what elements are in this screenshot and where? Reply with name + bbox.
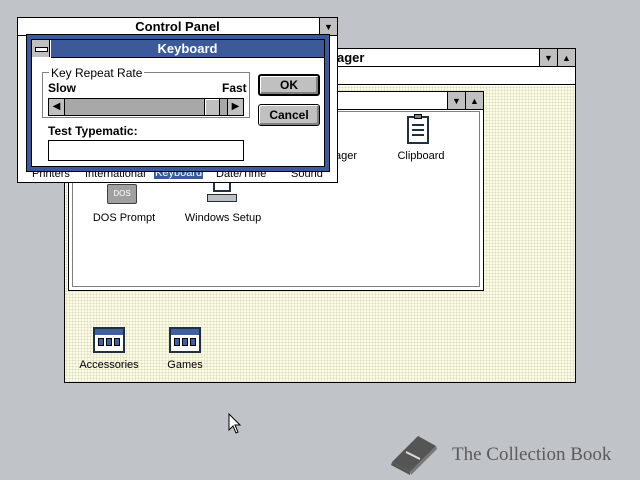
accessories-group-icon[interactable] xyxy=(93,327,125,353)
keyboard-dialog-title: Keyboard xyxy=(157,41,218,56)
minimize-button[interactable]: ▼ xyxy=(539,49,557,66)
windows-setup-label[interactable]: Windows Setup xyxy=(179,212,267,224)
fast-label: Fast xyxy=(222,81,247,95)
dos-prompt-label[interactable]: DOS Prompt xyxy=(89,212,159,224)
slider-thumb[interactable] xyxy=(204,99,221,115)
book-logo-icon xyxy=(391,436,437,475)
games-group-icon[interactable] xyxy=(169,327,201,353)
keyboard-dialog: Keyboard Key Repeat Rate Slow Fast ◀ ▶ T… xyxy=(26,34,330,172)
clipboard-icon[interactable] xyxy=(407,114,429,144)
games-group-label[interactable]: Games xyxy=(157,359,213,371)
repeat-rate-slider[interactable]: ◀ ▶ xyxy=(48,98,244,116)
slider-left-arrow[interactable]: ◀ xyxy=(49,99,65,115)
main-minimize-button[interactable]: ▼ xyxy=(447,92,465,109)
control-panel-title: Control Panel xyxy=(135,19,220,34)
cancel-button[interactable]: Cancel xyxy=(258,104,320,126)
main-maximize-button[interactable]: ▲ xyxy=(465,92,483,109)
dos-prompt-icon[interactable]: DOS xyxy=(107,184,137,204)
accessories-group-label[interactable]: Accessories xyxy=(77,359,141,371)
key-repeat-rate-label: Key Repeat Rate xyxy=(49,66,145,80)
test-typematic-label: Test Typematic: xyxy=(48,124,138,138)
dos-icon-text: DOS xyxy=(113,189,131,198)
test-typematic-input[interactable] xyxy=(48,140,244,161)
keyboard-dialog-titlebar[interactable]: Keyboard xyxy=(51,40,324,58)
maximize-button[interactable]: ▲ xyxy=(557,49,575,66)
ok-button[interactable]: OK xyxy=(258,74,320,96)
clipboard-label[interactable]: Clipboard xyxy=(391,150,451,162)
watermark-text: The Collection Book xyxy=(452,444,612,465)
slider-right-arrow[interactable]: ▶ xyxy=(227,99,243,115)
control-panel-minimize-button[interactable]: ▼ xyxy=(319,18,337,35)
file-manager-label[interactable]: ager xyxy=(335,150,357,162)
slow-label: Slow xyxy=(48,81,77,95)
keyboard-dialog-system-menu[interactable] xyxy=(32,40,50,57)
program-manager-title: ager xyxy=(337,50,365,65)
mouse-cursor-icon xyxy=(228,413,242,434)
